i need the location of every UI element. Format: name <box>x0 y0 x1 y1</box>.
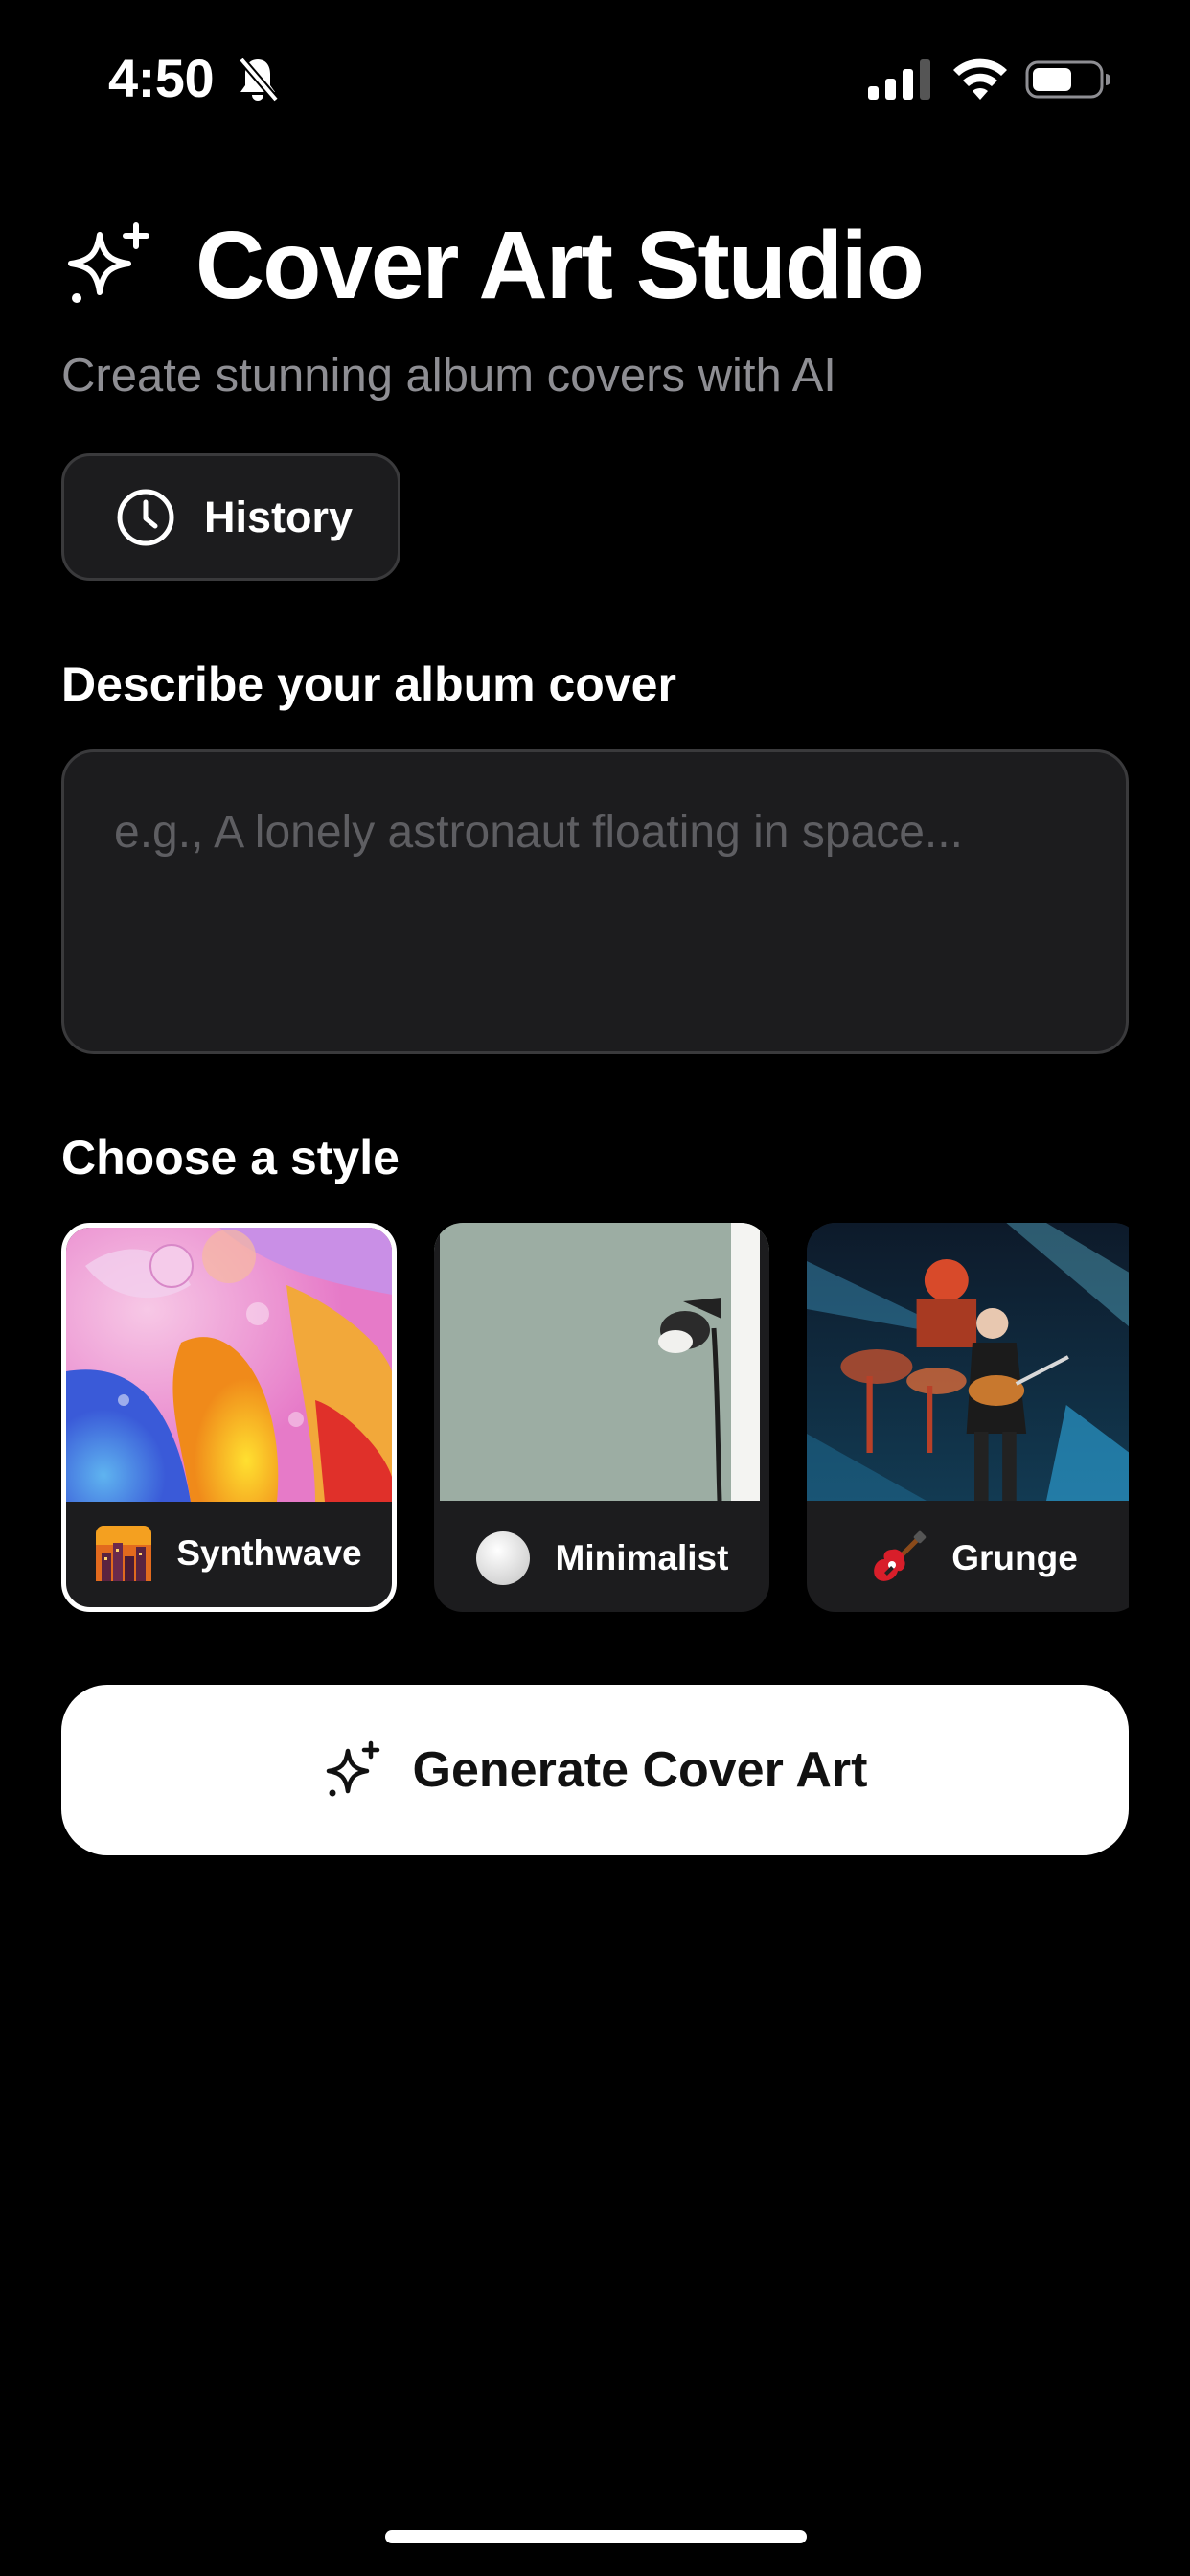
app-header: Cover Art Studio <box>61 212 925 319</box>
style-card-synthwave[interactable]: Synthwave <box>61 1223 397 1612</box>
app-title: Cover Art Studio <box>195 212 925 319</box>
prompt-label: Describe your album cover <box>61 657 676 711</box>
app-screen: 4:50 Cover Art Studio Create stunning al… <box>0 0 1190 2576</box>
minimalist-thumbnail <box>434 1223 769 1501</box>
clock-icon <box>117 489 174 545</box>
style-label: Choose a style <box>61 1131 400 1184</box>
style-footer: Minimalist <box>434 1505 769 1612</box>
style-card-grunge[interactable]: Grunge <box>807 1223 1129 1612</box>
cityscape-icon <box>96 1526 152 1581</box>
white-circle-icon <box>475 1530 531 1586</box>
style-card-minimalist[interactable]: Minimalist <box>434 1223 769 1612</box>
wifi-icon <box>953 58 1007 100</box>
synthwave-thumbnail <box>66 1228 392 1502</box>
guitar-icon <box>871 1530 927 1586</box>
home-indicator[interactable] <box>385 2530 807 2543</box>
status-bar: 4:50 <box>0 0 1190 153</box>
app-subtitle: Create stunning album covers with AI <box>61 350 836 402</box>
style-footer: Synthwave <box>66 1500 392 1607</box>
grunge-thumbnail <box>807 1223 1129 1501</box>
style-name: Grunge <box>951 1538 1078 1577</box>
cellular-signal-icon <box>868 59 930 100</box>
battery-icon <box>1025 60 1110 99</box>
generate-cover-art-button[interactable]: Generate Cover Art <box>61 1685 1129 1855</box>
prompt-input[interactable] <box>61 749 1129 1054</box>
style-name: Minimalist <box>555 1538 729 1577</box>
style-list: Synthwave Minimalist Grunge <box>61 1223 1129 1614</box>
bell-slash-icon <box>238 57 280 103</box>
generate-button-label: Generate Cover Art <box>412 1742 868 1798</box>
sparkles-icon <box>326 1740 379 1797</box>
history-button[interactable]: History <box>61 453 400 581</box>
status-time: 4:50 <box>108 48 215 108</box>
history-label: History <box>204 492 354 541</box>
sparkles-icon <box>68 222 149 303</box>
style-name: Synthwave <box>176 1533 362 1573</box>
style-footer: Grunge <box>807 1505 1129 1612</box>
